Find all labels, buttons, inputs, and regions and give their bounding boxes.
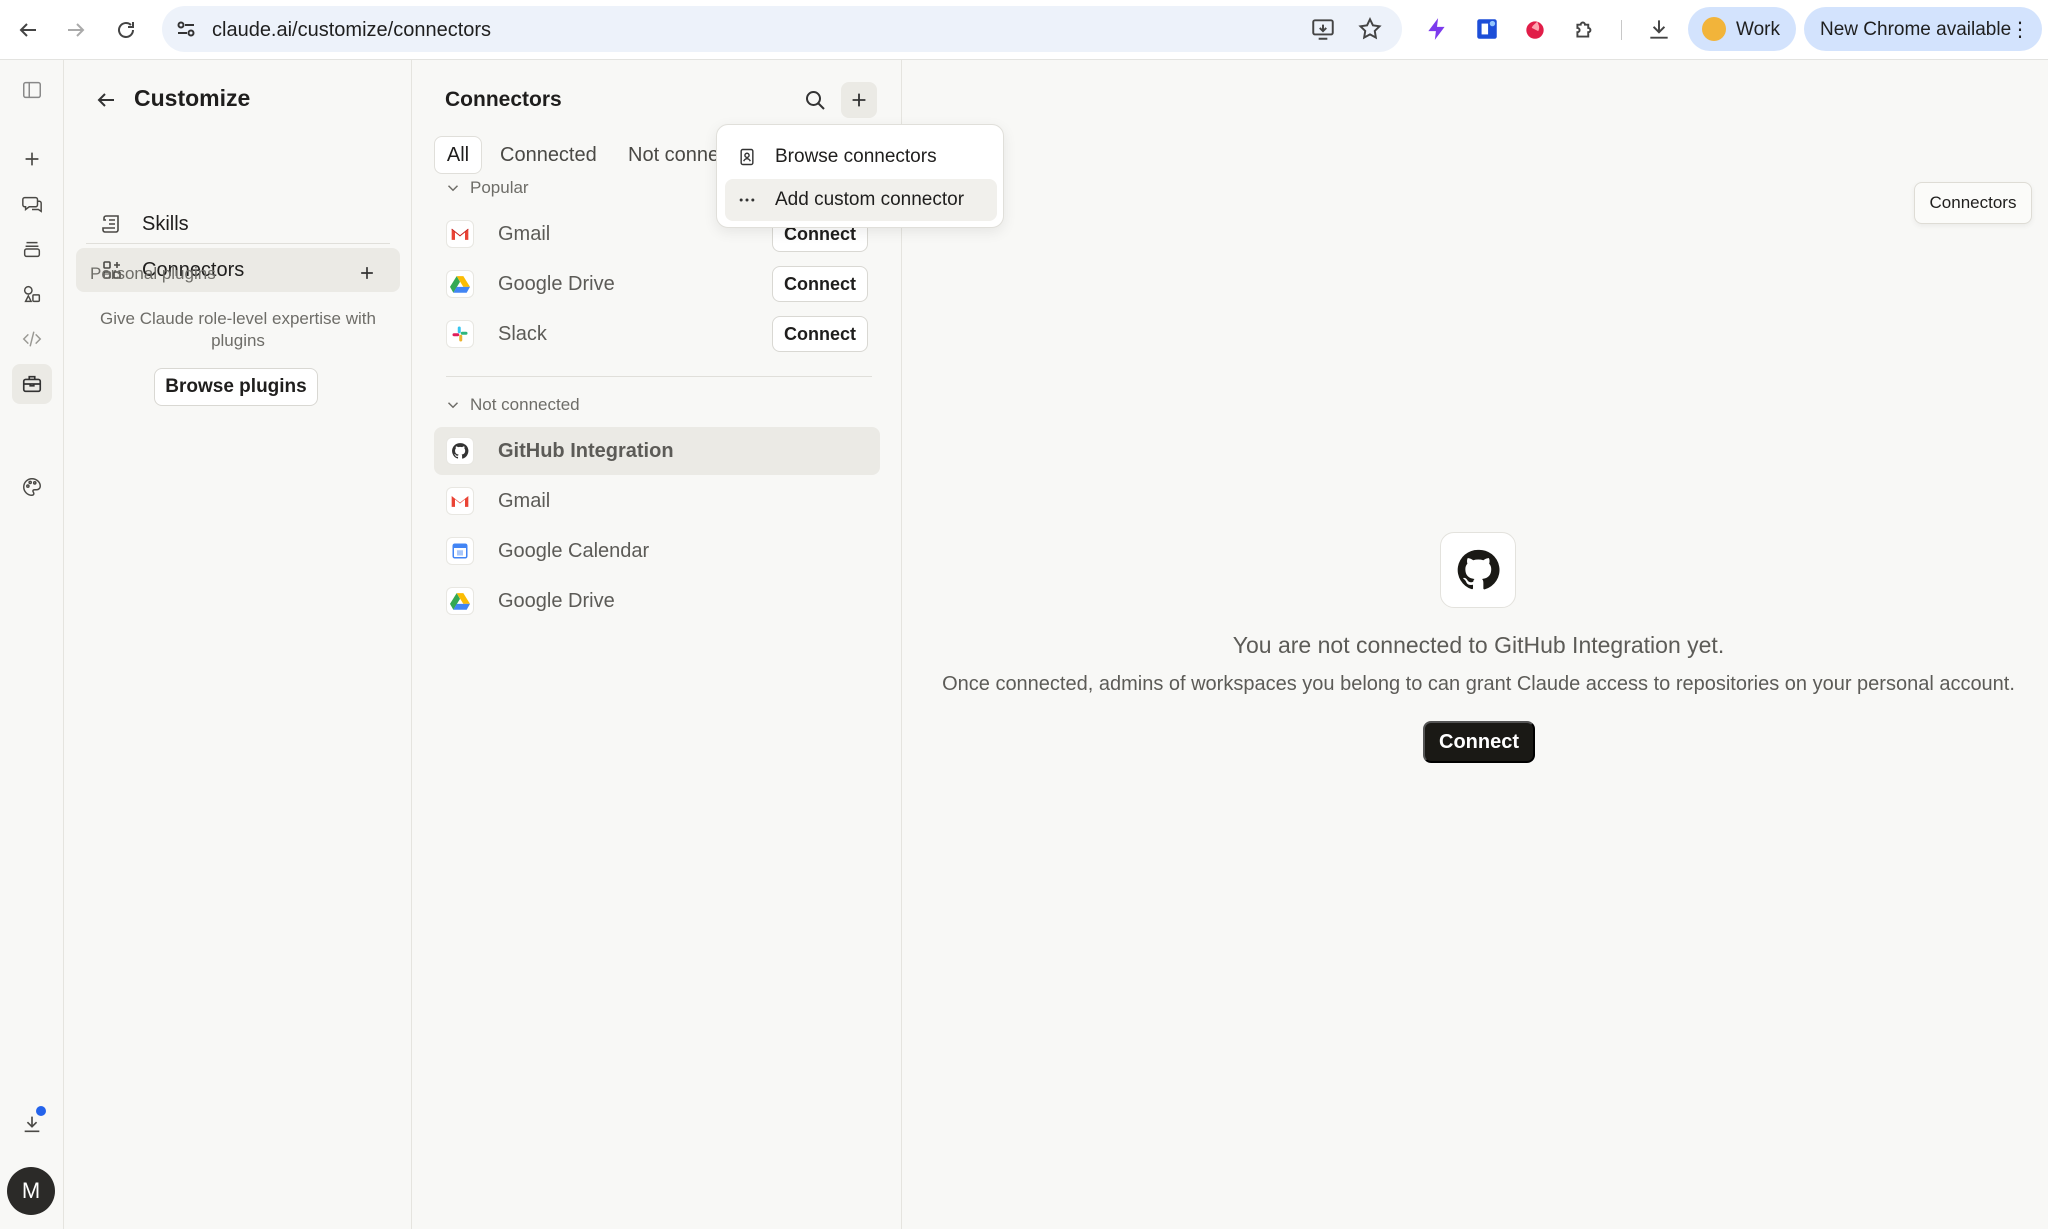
tab-connected[interactable]: Connected [500,136,597,174]
skills-scroll-icon [98,210,126,238]
new-chat-icon[interactable] [12,139,52,179]
more-vert-icon: ⋮ [2010,19,2030,41]
section-divider [86,243,390,244]
more-horizontal-icon [735,188,759,212]
extension-bolt-icon[interactable] [1422,14,1452,44]
forward-arrow-icon[interactable] [58,12,94,48]
extensions-puzzle-icon[interactable] [1570,14,1600,44]
connector-name: Slack [498,323,547,345]
connector-row-google-drive[interactable]: Google Drive Connect [434,260,880,308]
plugins-description: Give Claude role-level expertise with pl… [100,309,376,350]
github-logo-card [1440,532,1516,608]
chevron-down-icon [447,402,459,409]
chevron-down-icon [447,185,459,192]
back-arrow-icon[interactable] [88,82,124,118]
connector-row-google-drive[interactable]: Google Drive [434,577,880,625]
add-connector-plus-icon[interactable] [841,82,877,118]
section-divider [446,376,872,377]
connector-name: Google Drive [498,590,615,612]
search-icon[interactable] [797,82,833,118]
github-icon [446,437,474,465]
browse-plugins-button[interactable]: Browse plugins [154,368,318,406]
connectors-list-panel: Connectors All Connected Not conne Popul… [412,60,902,1229]
site-settings-icon[interactable] [174,17,198,41]
connector-name: Google Drive [498,273,615,295]
section-label: Not connected [470,395,580,414]
page-title: Customize [134,85,251,111]
address-bar[interactable]: claude.ai/customize/connectors [162,6,1402,52]
back-arrow-icon[interactable] [10,12,46,48]
google-calendar-icon [446,537,474,565]
popular-section-header[interactable]: Popular [444,178,529,198]
nav-item-label: Skills [142,212,189,235]
nav-item-skills[interactable]: Skills [76,202,400,246]
connector-name: Gmail [498,490,551,512]
connector-detail-pane: You are not connected to GitHub Integrat… [902,60,2048,1229]
profile-chip[interactable]: Work [1688,7,1796,51]
chrome-update-button[interactable]: New Chrome available ⋮ [1804,7,2042,51]
downloads-icon[interactable] [1644,14,1674,44]
browse-book-icon [735,145,759,169]
customize-panel: Customize Skills Connectors Personal plu… [64,60,412,1229]
projects-icon[interactable] [12,229,52,269]
profile-label: Work [1736,19,1780,40]
user-avatar[interactable]: M [7,1167,55,1215]
extension-badge-icon[interactable] [1472,14,1502,44]
connector-name: Gmail [498,223,551,245]
not-connected-title: You are not connected to GitHub Integrat… [1232,632,1725,658]
connector-name: Google Calendar [498,540,650,562]
notification-dot [36,1106,46,1116]
slack-icon [446,320,474,348]
github-icon [1457,549,1500,590]
not-connected-description: Once connected, admins of workspaces you… [942,673,2015,695]
add-plugin-icon[interactable] [352,258,382,288]
connect-github-button[interactable]: Connect [1423,721,1535,763]
gmail-icon [446,487,474,515]
tab-all[interactable]: All [434,136,482,174]
install-app-icon[interactable] [1310,16,1336,42]
personal-plugins-heading: Personal plugins [90,264,216,283]
section-label: Popular [470,178,529,197]
toolbar-separator [1621,20,1622,40]
artifacts-icon[interactable] [12,274,52,314]
connect-google-drive-button[interactable]: Connect [772,266,868,302]
customize-toolbox-icon[interactable] [12,364,52,404]
update-label: New Chrome available [1820,19,2012,40]
url-text[interactable]: claude.ai/customize/connectors [212,19,491,42]
connector-row-github-integration[interactable]: GitHub Integration [434,427,880,475]
reload-icon[interactable] [108,12,144,48]
connector-row-google-calendar[interactable]: Google Calendar [434,527,880,575]
google-drive-icon [446,587,474,615]
bookmark-star-icon[interactable] [1357,16,1383,42]
app-sidebar-rail: M [0,60,64,1229]
connector-row-slack[interactable]: Slack Connect [434,310,880,358]
connect-slack-button[interactable]: Connect [772,316,868,352]
connector-row-gmail[interactable]: Gmail [434,477,880,525]
palette-icon[interactable] [12,467,52,507]
profile-avatar [1702,17,1726,41]
extension-flame-icon[interactable] [1520,14,1550,44]
google-drive-icon [446,270,474,298]
browser-toolbar: claude.ai/customize/connectors Work New … [0,0,2048,60]
connector-name: GitHub Integration [498,440,674,462]
connectors-heading: Connectors [445,88,562,111]
sidebar-toggle-icon[interactable] [12,70,52,110]
connectors-tooltip: Connectors [1914,182,2032,224]
code-icon[interactable] [12,319,52,359]
not-connected-section-header[interactable]: Not connected [444,395,580,415]
chats-icon[interactable] [12,184,52,224]
gmail-icon [446,220,474,248]
download-app-icon[interactable] [12,1104,52,1144]
tab-not-connected[interactable]: Not conne [628,136,719,174]
